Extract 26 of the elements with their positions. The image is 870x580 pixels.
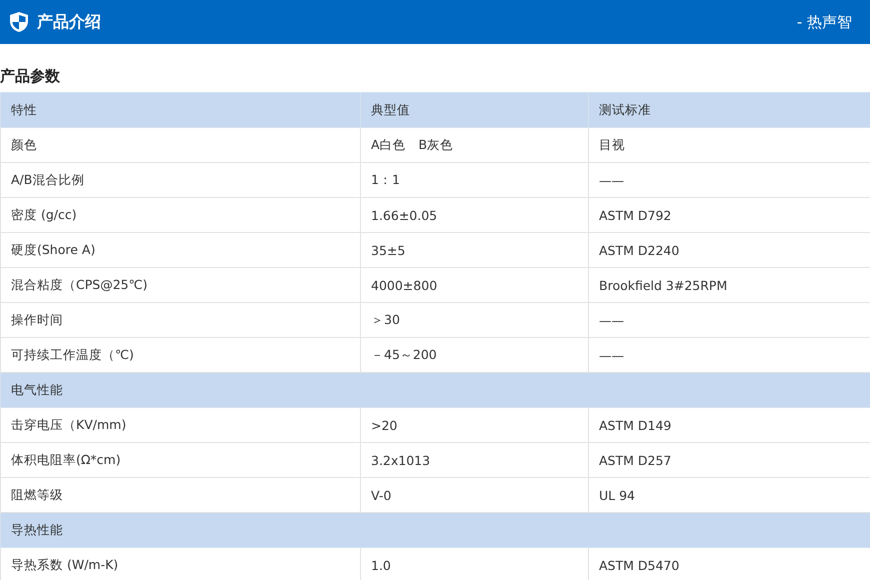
table-header-cell: 典型值 [360, 92, 588, 128]
table-cell: 1：1 [360, 162, 588, 198]
table-cell: 4000±800 [360, 268, 588, 302]
page-title: 产品介绍 [37, 12, 101, 32]
section-row-cell: 导热性能 [0, 512, 360, 548]
table-cell: 密度 (g/cc) [0, 198, 360, 232]
table-header-cell: 特性 [0, 92, 360, 128]
table-cell: 硬度(Shore A) [0, 232, 360, 268]
table-cell: 混合粘度（CPS@25℃) [0, 268, 360, 302]
table-cell: 导热系数 (W/m-K) [0, 548, 360, 580]
shield-icon [9, 11, 29, 33]
site-tagline: - 热声智 [796, 12, 852, 32]
table-cell: 3.2x1013 [360, 442, 588, 478]
section-heading: 产品参数 [0, 66, 61, 87]
table-cell: 击穿电压（KV/mm) [0, 408, 360, 442]
table-cell: >20 [360, 408, 588, 442]
table-cell: ＞30 [360, 302, 588, 338]
table-cell: 颜色 [0, 128, 360, 162]
table-cell: 操作时间 [0, 302, 360, 338]
table-cell: 1.66±0.05 [360, 198, 588, 232]
table-header-cell: 测试标准 [588, 92, 870, 128]
table-cell: A/B混合比例 [0, 162, 360, 198]
table-cell: 35±5 [360, 232, 588, 268]
section-row-cell: 电气性能 [0, 372, 360, 408]
table-cell: A白色 B灰色 [360, 128, 588, 162]
table-cell: 体积电阻率(Ω*cm) [0, 442, 360, 478]
